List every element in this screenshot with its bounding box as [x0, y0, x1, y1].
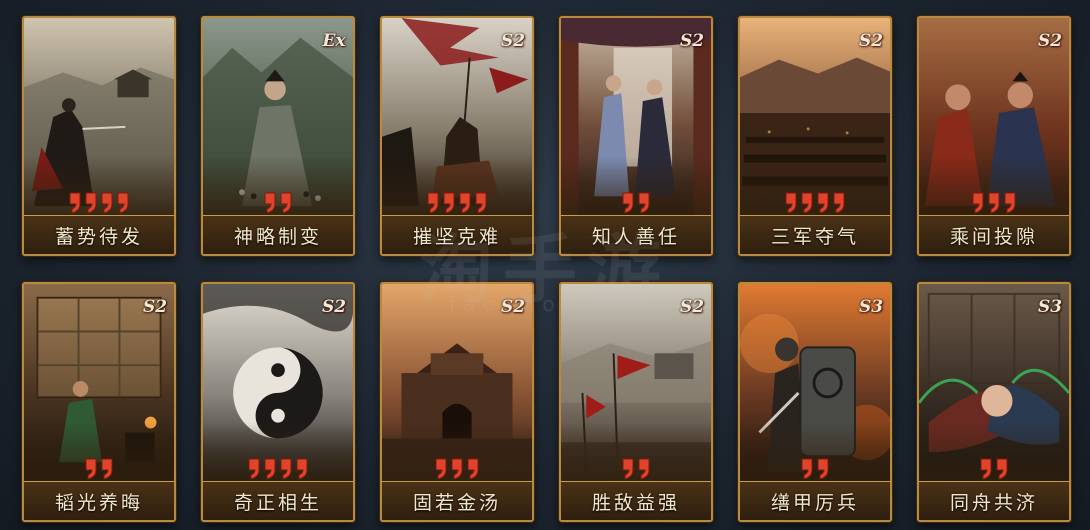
quality-pip-icon [979, 458, 993, 480]
tactic-card[interactable]: S2 胜敌益强 [559, 282, 713, 522]
quality-pip-icon [816, 192, 830, 214]
tactic-card[interactable]: 蓄势待发 [22, 16, 176, 256]
quality-pip-icon [784, 192, 798, 214]
quality-rating [561, 188, 711, 214]
season-badge-icon: S2 [858, 28, 884, 54]
quality-rating [382, 188, 532, 214]
season-badge-icon: S2 [500, 294, 526, 320]
quality-pip-icon [621, 192, 635, 214]
card-name-bar: 蓄势待发 [24, 215, 174, 254]
quality-pip-icon [116, 192, 130, 214]
quality-pip-icon [84, 192, 98, 214]
quality-pip-icon [434, 458, 448, 480]
quality-pip-icon [263, 458, 277, 480]
card-name: 同舟共济 [949, 491, 1038, 514]
quality-pip-icon [450, 458, 464, 480]
quality-pip-icon [621, 458, 635, 480]
quality-rating [203, 454, 353, 480]
season-badge-icon: Ex [321, 28, 347, 54]
quality-pip-icon [637, 458, 651, 480]
season-badge-icon: S2 [142, 294, 168, 320]
quality-pip-icon [458, 192, 472, 214]
card-name: 知人善任 [591, 225, 680, 248]
card-name: 缮甲厉兵 [770, 491, 859, 514]
quality-pip-icon [971, 192, 985, 214]
card-name: 蓄势待发 [54, 225, 143, 248]
quality-rating [561, 454, 711, 480]
card-name-bar: 摧坚克难 [382, 215, 532, 254]
card-name-bar: 知人善任 [561, 215, 711, 254]
quality-pip-icon [1003, 192, 1017, 214]
season-badge-icon: S3 [1037, 294, 1063, 320]
quality-pip-icon [466, 458, 480, 480]
card-name: 固若金汤 [412, 491, 501, 514]
card-name-bar: 三军夺气 [740, 215, 890, 254]
tactic-card[interactable]: S2 三军夺气 [738, 16, 892, 256]
quality-pip-icon [100, 458, 114, 480]
season-badge-icon: S3 [858, 294, 884, 320]
tactic-card-grid: 蓄势待发 Ex 神略制变 S2 摧坚克难 S2 知人善任 S2 三军夺气 S2 … [22, 16, 1071, 522]
card-name-bar: 缮甲厉兵 [740, 481, 890, 520]
season-badge-icon: S2 [679, 294, 705, 320]
card-name-bar: 奇正相生 [203, 481, 353, 520]
card-name-bar: 同舟共济 [919, 481, 1069, 520]
quality-pip-icon [247, 458, 261, 480]
card-name: 三军夺气 [770, 225, 859, 248]
card-name-bar: 韬光养晦 [24, 481, 174, 520]
card-name-bar: 神略制变 [203, 215, 353, 254]
tactic-card[interactable]: S3 同舟共济 [917, 282, 1071, 522]
quality-rating [382, 454, 532, 480]
quality-pip-icon [637, 192, 651, 214]
tactic-card[interactable]: S2 乘间投隙 [917, 16, 1071, 256]
tactic-card[interactable]: S2 摧坚克难 [380, 16, 534, 256]
quality-pip-icon [832, 192, 846, 214]
tactic-card[interactable]: S2 固若金汤 [380, 282, 534, 522]
season-badge-icon: S2 [321, 294, 347, 320]
quality-pip-icon [100, 192, 114, 214]
card-name: 乘间投隙 [949, 225, 1038, 248]
tactic-card[interactable]: S2 韬光养晦 [22, 282, 176, 522]
card-name: 胜敌益强 [591, 491, 680, 514]
quality-pip-icon [442, 192, 456, 214]
season-badge-icon: S2 [1037, 28, 1063, 54]
tactic-card[interactable]: S2 知人善任 [559, 16, 713, 256]
quality-pip-icon [800, 458, 814, 480]
card-name: 奇正相生 [233, 491, 322, 514]
card-name: 摧坚克难 [412, 225, 501, 248]
quality-pip-icon [816, 458, 830, 480]
season-badge-icon: S2 [679, 28, 705, 54]
tactic-card[interactable]: S2 奇正相生 [201, 282, 355, 522]
quality-rating [919, 188, 1069, 214]
quality-rating [740, 188, 890, 214]
quality-pip-icon [263, 192, 277, 214]
quality-rating [24, 454, 174, 480]
quality-pip-icon [68, 192, 82, 214]
quality-pip-icon [295, 458, 309, 480]
card-name-bar: 乘间投隙 [919, 215, 1069, 254]
quality-pip-icon [474, 192, 488, 214]
quality-pip-icon [995, 458, 1009, 480]
quality-pip-icon [987, 192, 1001, 214]
tactic-card[interactable]: S3 缮甲厉兵 [738, 282, 892, 522]
quality-pip-icon [84, 458, 98, 480]
card-name-bar: 胜敌益强 [561, 481, 711, 520]
card-name: 神略制变 [233, 225, 322, 248]
quality-pip-icon [800, 192, 814, 214]
card-name-bar: 固若金汤 [382, 481, 532, 520]
quality-rating [919, 454, 1069, 480]
quality-rating [203, 188, 353, 214]
quality-rating [740, 454, 890, 480]
quality-rating [24, 188, 174, 214]
quality-pip-icon [279, 458, 293, 480]
card-name: 韬光养晦 [54, 491, 143, 514]
tactic-card[interactable]: Ex 神略制变 [201, 16, 355, 256]
season-badge-icon: S2 [500, 28, 526, 54]
quality-pip-icon [279, 192, 293, 214]
quality-pip-icon [426, 192, 440, 214]
